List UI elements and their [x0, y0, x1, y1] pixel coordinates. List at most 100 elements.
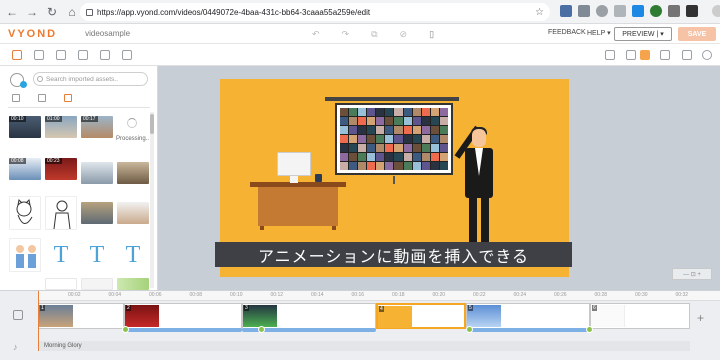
desk-body[interactable] [258, 187, 338, 226]
profile-avatar[interactable] [712, 5, 720, 17]
transition-handle[interactable] [586, 326, 593, 333]
text-asset-tile[interactable]: T [117, 238, 149, 272]
transition-handle[interactable] [466, 326, 473, 333]
camera-icon[interactable] [682, 50, 692, 60]
zoom-control[interactable]: — ⊡ + [672, 268, 712, 280]
transition-handle[interactable] [122, 326, 129, 333]
duration-label: 00:10 [9, 116, 26, 122]
reload-icon[interactable]: ↻ [44, 4, 60, 20]
extension-icon[interactable] [560, 5, 572, 17]
image-icon[interactable] [626, 50, 636, 60]
upload-tab-icon[interactable] [12, 50, 22, 60]
translate-icon[interactable] [578, 5, 590, 17]
asset-thumbnail-person-illustration[interactable] [45, 196, 77, 230]
video-thumbnail-cell [385, 108, 394, 116]
swap-icon[interactable] [605, 50, 615, 60]
project-name[interactable]: videosample [85, 29, 130, 38]
background-color-icon[interactable] [640, 50, 650, 60]
scene-clip[interactable]: 6 [590, 303, 690, 329]
video-track-icon[interactable] [13, 310, 23, 320]
audio-clip[interactable]: Morning Glory [38, 341, 158, 351]
address-bar[interactable]: https://app.vyond.com/videos/0449072e-4b… [80, 3, 550, 21]
help-menu[interactable]: HELP ▾ [587, 29, 611, 37]
feedback-link[interactable]: FEEDBACK [548, 29, 586, 36]
asset-thumbnail[interactable] [81, 278, 113, 290]
asset-thumbnail[interactable] [117, 162, 149, 184]
scene-clip[interactable]: 5 [466, 303, 590, 329]
asset-thumbnail-people[interactable] [9, 238, 41, 272]
asset-thumbnail[interactable]: 00:17 [81, 116, 113, 138]
asset-thumbnail[interactable] [117, 278, 149, 290]
asset-thumbnail-cat-illustration[interactable] [9, 196, 41, 230]
asset-thumbnail[interactable] [81, 162, 113, 184]
forward-icon[interactable]: → [24, 4, 40, 20]
undo-icon[interactable]: ↶ [312, 29, 320, 40]
video-thumbnail-cell [412, 108, 421, 116]
delete-icon[interactable]: ▯ [429, 29, 434, 40]
timeline-ruler[interactable]: 00:02 00:04 00:06 00:08 00:10 00:12 00:14 00:16… [38, 291, 720, 301]
coffee-cup[interactable] [315, 174, 322, 182]
subtitle-text[interactable]: アニメーションに動画を挿入できる [215, 242, 572, 267]
video-thumbnail-cell [421, 153, 430, 161]
back-icon[interactable]: ← [4, 4, 20, 20]
text-asset-tile[interactable]: T [45, 238, 77, 272]
vyond-logo[interactable]: VYOND [8, 28, 57, 40]
asset-thumbnail[interactable] [45, 278, 77, 290]
tab-video-icon[interactable] [12, 94, 20, 102]
chart-tab-icon[interactable] [78, 50, 88, 60]
video-thumbnail-cell [340, 144, 349, 152]
transition-bar[interactable] [124, 328, 242, 332]
scene-clip[interactable]: 2 [124, 303, 242, 329]
bookmark-star-icon[interactable]: ☆ [535, 7, 544, 18]
text-asset-tile[interactable]: T [81, 238, 113, 272]
projection-screen[interactable] [335, 103, 453, 175]
asset-thumbnail[interactable]: 00:23 [45, 158, 77, 180]
s-extension-icon[interactable] [632, 5, 644, 17]
video-thumbnail-cell [358, 117, 367, 125]
props-tab-icon[interactable] [56, 50, 66, 60]
scene-clip-selected[interactable]: 4 [376, 303, 466, 329]
asset-scrollbar-thumb[interactable] [150, 114, 154, 134]
redo-icon[interactable]: ↷ [342, 29, 350, 40]
video-thumbnail-cell [403, 108, 412, 116]
playhead[interactable] [38, 291, 39, 351]
video-thumbnail-cell [385, 126, 394, 134]
camera-icon[interactable] [668, 5, 680, 17]
tab-grid-icon[interactable] [64, 94, 72, 102]
asset-search-input[interactable]: Search imported assets.. [33, 72, 148, 86]
copy-icon[interactable]: ⧉ [371, 29, 377, 40]
preview-button[interactable]: PREVIEW | ▾ [614, 27, 672, 41]
home-icon[interactable]: ⌂ [64, 4, 80, 20]
video-thumbnail-cell [385, 117, 394, 125]
asset-thumbnail[interactable] [117, 202, 149, 224]
video-thumbnail-cell [403, 117, 412, 125]
tab-folder-icon[interactable] [38, 94, 46, 102]
search-ext-icon[interactable] [596, 5, 608, 17]
character-tab-icon[interactable] [34, 50, 44, 60]
music-tab-icon[interactable] [122, 50, 132, 60]
video-thumbnail-cell [394, 153, 403, 161]
asset-thumbnail[interactable] [81, 202, 113, 224]
scene-number: 1 [40, 305, 45, 311]
asset-thumbnail[interactable]: 00:10 [9, 116, 41, 138]
transition-handle[interactable] [258, 326, 265, 333]
paste-icon[interactable]: ⊘ [400, 29, 408, 40]
ruler-tick-label: 00:32 [675, 292, 689, 298]
settings-gear-icon[interactable] [702, 50, 712, 60]
dark-ext-icon[interactable] [686, 5, 698, 17]
save-button[interactable]: SAVE [678, 27, 716, 41]
scene-clip[interactable]: 1 [38, 303, 124, 329]
enter-icon[interactable] [660, 50, 670, 60]
asset-thumbnail[interactable]: 00:08 [9, 158, 41, 180]
video-thumbnail-cell [439, 144, 448, 152]
evernote-icon[interactable] [650, 5, 662, 17]
video-thumbnail-cell [430, 135, 439, 143]
asset-thumbnail[interactable]: 01:00 [45, 116, 77, 138]
add-scene-icon[interactable]: + [697, 311, 704, 325]
asset-scrollbar[interactable] [150, 112, 154, 288]
text-tab-icon[interactable] [100, 50, 110, 60]
star-ext-icon[interactable] [614, 5, 626, 17]
computer-monitor[interactable] [277, 152, 311, 176]
music-track-icon[interactable]: ♪ [13, 342, 18, 352]
transition-bar[interactable] [466, 328, 590, 332]
